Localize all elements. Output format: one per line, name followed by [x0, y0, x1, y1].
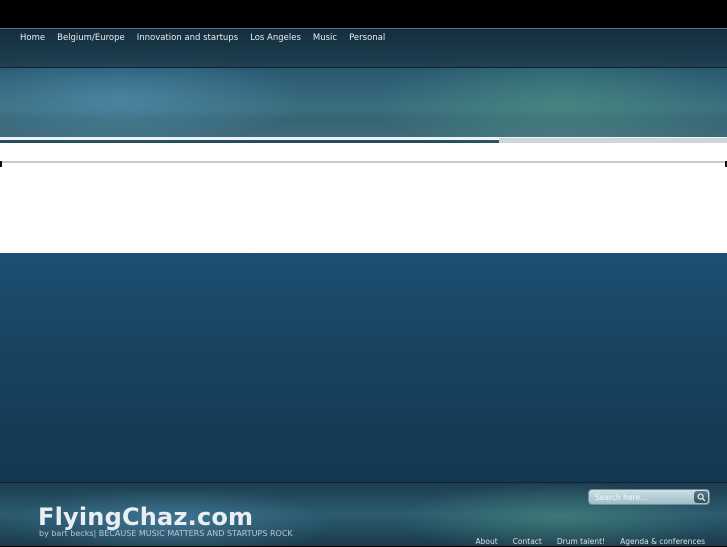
- main-navigation: Home Belgium/Europe Innovation and start…: [0, 29, 727, 68]
- site-footer: FlyingChaz.com by bart becks| BECAUSE MU…: [0, 482, 727, 546]
- left-edge-mark: [0, 161, 2, 167]
- nav-item-belgium-europe[interactable]: Belgium/Europe: [51, 32, 131, 44]
- site-tagline: by bart becks| BECAUSE MUSIC MATTERS AND…: [39, 529, 293, 538]
- nav-item-personal[interactable]: Personal: [343, 32, 391, 44]
- nav-item-music[interactable]: Music: [307, 32, 343, 44]
- main-content-area: [0, 253, 727, 482]
- top-black-bar: [0, 0, 727, 28]
- search-input[interactable]: [595, 491, 691, 503]
- footer-link-contact[interactable]: Contact: [513, 537, 542, 547]
- search-icon: [696, 492, 706, 502]
- site-brand[interactable]: FlyingChaz.com: [38, 503, 253, 531]
- search-box: [588, 489, 710, 505]
- nav-menu: Home Belgium/Europe Innovation and start…: [14, 32, 391, 44]
- search-button[interactable]: [694, 491, 708, 503]
- nav-item-innovation-startups[interactable]: Innovation and startups: [131, 32, 244, 44]
- content-divider: [0, 161, 727, 163]
- content-white-band: [0, 143, 727, 253]
- nav-item-los-angeles[interactable]: Los Angeles: [244, 32, 307, 44]
- footer-link-agenda[interactable]: Agenda & conferences: [620, 537, 705, 547]
- site-header: Home Belgium/Europe Innovation and start…: [0, 28, 727, 144]
- footer-link-drum-talent[interactable]: Drum talent!: [557, 537, 605, 547]
- nav-item-home[interactable]: Home: [14, 32, 51, 44]
- footer-links: About Contact Drum talent! Agenda & conf…: [460, 537, 705, 547]
- footer-link-about[interactable]: About: [475, 537, 497, 547]
